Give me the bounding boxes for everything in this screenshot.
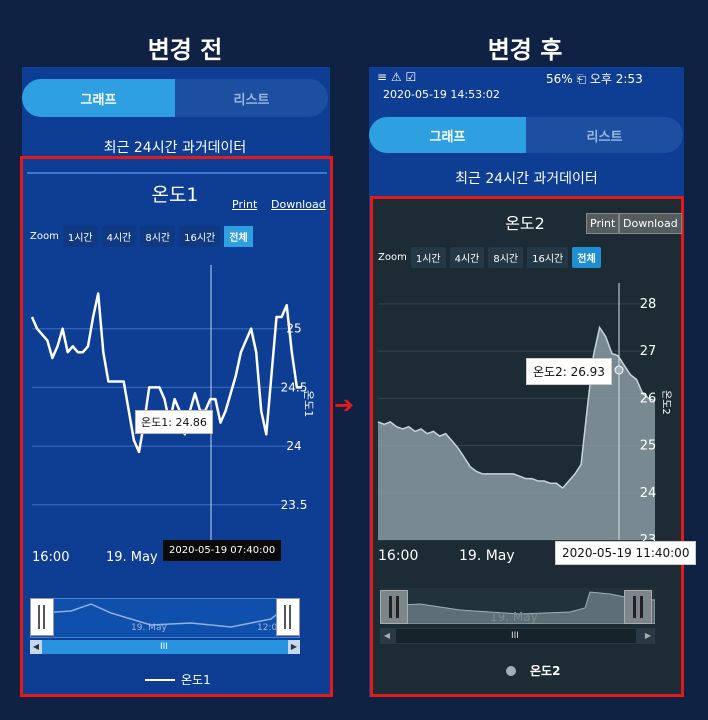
x-tooltip: 2020-05-19 11:40:00 — [555, 541, 697, 565]
scrollbar[interactable]: ◀ III ▶ — [380, 628, 655, 644]
tab-bar: 그래프 리스트 — [22, 79, 328, 117]
zoom-1h-button[interactable]: 1시간 — [62, 226, 98, 247]
zoom-all-button[interactable]: 전체 — [572, 247, 601, 268]
scroll-thumb[interactable]: III — [396, 629, 636, 643]
legend-label: 온도1 — [181, 673, 211, 687]
nav-handle-right[interactable] — [624, 590, 652, 624]
nav-handle-left[interactable] — [30, 598, 54, 636]
zoom-16h-button[interactable]: 16시간 — [527, 247, 569, 268]
scroll-grip[interactable]: III — [160, 640, 168, 654]
zoom-8h-button[interactable]: 8시간 — [140, 226, 176, 247]
scroll-right-arrow[interactable]: ▶ — [288, 640, 300, 654]
y-tick-label: 27 — [640, 344, 657, 359]
x-tick-label: 19. May — [106, 550, 158, 565]
page-subtitle: 최근 24시간 과거데이터 — [103, 140, 247, 156]
nav-handle-left[interactable] — [380, 590, 408, 624]
status-icons-left: ≡ ⚠ ☑ — [377, 70, 417, 84]
y-tick-label: 24 — [640, 486, 657, 501]
print-button[interactable]: Print — [232, 198, 257, 211]
scroll-left-arrow[interactable]: ◀ — [380, 628, 394, 644]
download-button[interactable]: Download — [619, 213, 682, 234]
nav-label: 19. May — [490, 610, 538, 624]
nav-label: 19. May — [131, 623, 167, 633]
zoom-label: Zoom — [378, 252, 407, 263]
y-axis-title: 온도1 — [302, 390, 315, 417]
tab-bar: 그래프 리스트 — [369, 117, 683, 153]
y-tick-label: 28 — [640, 297, 657, 312]
zoom-16h-button[interactable]: 16시간 — [179, 226, 221, 247]
zoom-4h-button[interactable]: 4시간 — [449, 247, 485, 268]
arrow-right-icon: ➔ — [334, 391, 355, 419]
chart-title: 온도2 — [505, 214, 545, 233]
x-tick-label: 19. May — [459, 548, 515, 564]
hover-point — [614, 365, 624, 375]
download-button[interactable]: Download — [271, 198, 326, 211]
zoom-8h-button[interactable]: 8시간 — [488, 247, 524, 268]
print-button[interactable]: Print — [586, 213, 620, 234]
zoom-all-button[interactable]: 전체 — [224, 226, 253, 247]
page-subtitle: 최근 24시간 과거데이터 — [455, 171, 598, 187]
zoom-4h-button[interactable]: 4시간 — [101, 226, 137, 247]
heading-before: 변경 전 — [147, 36, 223, 64]
navigator[interactable]: 19. May — [380, 588, 655, 624]
status-right: 56% ⎗ 오후 2:53 — [546, 72, 643, 86]
heading-after: 변경 후 — [487, 36, 563, 64]
right-plot[interactable]: 232425262728 온도2 16:00 19. May — [373, 275, 681, 575]
data-tooltip: 온도2: 26.93 — [526, 358, 612, 385]
x-tick-label: 16:00 — [378, 548, 418, 564]
legend-line-icon — [145, 678, 175, 681]
scroll-right-arrow[interactable]: ▶ — [641, 628, 655, 644]
navigator[interactable]: 19. May 12:00 — [30, 598, 300, 638]
tab-graph[interactable]: 그래프 — [22, 79, 175, 117]
nav-handle-right[interactable] — [276, 598, 300, 636]
chart-title: 온도1 — [151, 184, 199, 206]
zoom-bar: Zoom 1시간 4시간 8시간 16시간 전체 — [378, 247, 601, 268]
scroll-left-arrow[interactable]: ◀ — [30, 640, 42, 654]
zoom-label: Zoom — [30, 231, 59, 242]
legend[interactable]: 온도1 — [145, 671, 211, 688]
status-datetime: 2020-05-19 14:53:02 — [383, 88, 500, 101]
legend-label: 온도2 — [530, 664, 561, 678]
y-tick-label: 24 — [286, 439, 301, 453]
divider — [27, 172, 327, 174]
data-tooltip: 온도1: 24.86 — [135, 410, 213, 434]
y-tick-label: 23.5 — [281, 498, 308, 512]
y-axis-title: 온도2 — [660, 390, 672, 415]
zoom-bar: Zoom 1시간 4시간 8시간 16시간 전체 — [30, 226, 253, 247]
tab-list[interactable]: 리스트 — [175, 79, 328, 117]
x-tick-label: 16:00 — [32, 550, 69, 565]
zoom-1h-button[interactable]: 1시간 — [410, 247, 446, 268]
tab-list[interactable]: 리스트 — [526, 117, 683, 153]
scrollbar[interactable]: ◀ ▶ III — [30, 640, 300, 654]
y-tick-label: 26 — [640, 391, 657, 406]
x-tooltip: 2020-05-19 07:40:00 — [163, 540, 282, 561]
y-tick-label: 25 — [640, 439, 657, 454]
legend[interactable]: 온도2 — [506, 662, 560, 679]
series-area — [378, 327, 655, 540]
tab-graph[interactable]: 그래프 — [369, 117, 526, 153]
scroll-grip[interactable]: III — [511, 629, 519, 643]
legend-dot-icon — [506, 665, 516, 676]
